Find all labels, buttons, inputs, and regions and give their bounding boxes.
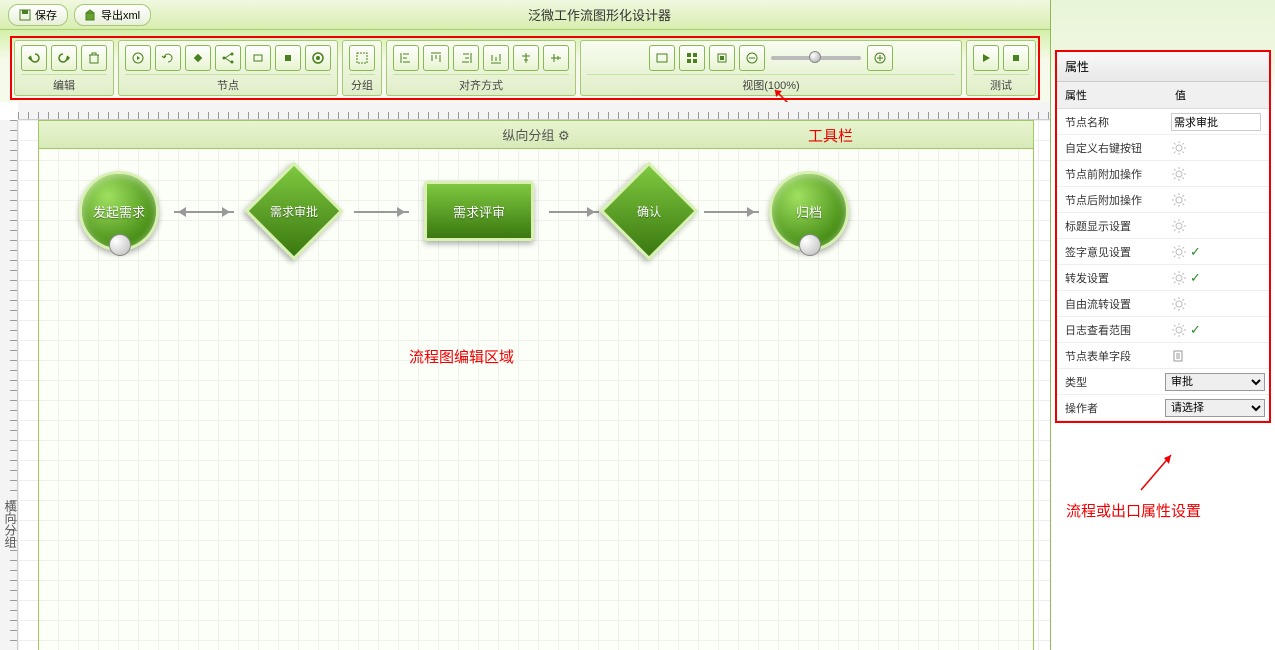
- gear-icon[interactable]: [1171, 140, 1187, 156]
- prop-form-field: 节点表单字段: [1057, 343, 1269, 369]
- node-start[interactable]: 发起需求: [79, 171, 159, 251]
- app-title: 泛微工作流图形化设计器: [157, 5, 1042, 24]
- view-grid-button[interactable]: [679, 45, 705, 71]
- gear-icon[interactable]: [1171, 218, 1187, 234]
- end-node-button[interactable]: [305, 45, 331, 71]
- view-fit-button[interactable]: [649, 45, 675, 71]
- annotation-props: 流程或出口属性设置: [1066, 500, 1201, 521]
- ruler-horizontal: [18, 102, 1050, 120]
- zoom-out-button[interactable]: [739, 45, 765, 71]
- prop-title-display: 标题显示设置: [1057, 213, 1269, 239]
- ruler-vertical: 横向分组: [0, 120, 18, 650]
- vertical-group-frame[interactable]: 纵向分组 ⚙ 发起需求 需求审批 需求评审 确认 归档 流程图编辑区域: [38, 120, 1034, 650]
- redo-button[interactable]: [51, 45, 77, 71]
- prop-post-op: 节点后附加操作: [1057, 187, 1269, 213]
- zoom-slider[interactable]: [771, 56, 861, 60]
- node-name-input[interactable]: [1171, 113, 1261, 131]
- align-right-button[interactable]: [453, 45, 479, 71]
- toolbar-label-test: 测试: [973, 74, 1029, 93]
- prop-free-flow: 自由流转设置: [1057, 291, 1269, 317]
- gear-icon[interactable]: [1171, 270, 1187, 286]
- check-icon: ✓: [1190, 244, 1201, 260]
- canvas-area: 横向分组 纵向分组 ⚙ 发起需求 需求审批 需求评审 确认 归档 流程图编辑区域…: [0, 102, 1050, 650]
- toolbar-label-group: 分组: [349, 74, 375, 93]
- gear-icon[interactable]: [1171, 322, 1187, 338]
- align-center-h-button[interactable]: [513, 45, 539, 71]
- gear-icon[interactable]: [1171, 166, 1187, 182]
- prop-forward: 转发设置 ✓: [1057, 265, 1269, 291]
- toolbar-label-edit: 编辑: [21, 74, 107, 93]
- node-approve[interactable]: 需求审批: [249, 166, 339, 256]
- save-label: 保存: [35, 7, 57, 23]
- check-icon: ✓: [1190, 322, 1201, 338]
- gear-icon[interactable]: [1171, 192, 1187, 208]
- annotation-arrow-props: [1131, 450, 1181, 500]
- check-icon: ✓: [1190, 270, 1201, 286]
- node-archive[interactable]: 归档: [769, 171, 849, 251]
- prop-node-name: 节点名称: [1057, 109, 1269, 135]
- canvas[interactable]: 纵向分组 ⚙ 发起需求 需求审批 需求评审 确认 归档 流程图编辑区域 工具栏: [18, 120, 1050, 650]
- toolbar-label-align: 对齐方式: [393, 74, 569, 93]
- toolbar-group-test: 测试: [966, 40, 1036, 96]
- export-label: 导出xml: [101, 7, 140, 23]
- topbar: 保存 导出xml 泛微工作流图形化设计器: [0, 0, 1050, 30]
- arrow-1[interactable]: [174, 211, 234, 213]
- node-review[interactable]: 需求评审: [424, 181, 534, 241]
- zoom-in-button[interactable]: [867, 45, 893, 71]
- properties-panel: 属性 属性 值 节点名称 自定义右键按钮 节点前附加操作 节点后附加操作: [1055, 50, 1271, 423]
- toolbar-group-group: 分组: [342, 40, 382, 96]
- align-bottom-button[interactable]: [483, 45, 509, 71]
- stop-button[interactable]: [1003, 45, 1029, 71]
- undo-button[interactable]: [21, 45, 47, 71]
- align-center-v-button[interactable]: [543, 45, 569, 71]
- toolbar: 编辑 节点: [0, 30, 1050, 102]
- gear-icon[interactable]: [1171, 244, 1187, 260]
- toolbar-group-edit: 编辑: [14, 40, 114, 96]
- vertical-group-title: 纵向分组 ⚙: [39, 121, 1033, 149]
- view-actual-button[interactable]: [709, 45, 735, 71]
- document-icon[interactable]: [1171, 349, 1185, 363]
- arrow-3[interactable]: [549, 211, 599, 213]
- prop-pre-op: 节点前附加操作: [1057, 161, 1269, 187]
- export-xml-button[interactable]: 导出xml: [74, 4, 151, 26]
- prop-custom-menu: 自定义右键按钮: [1057, 135, 1269, 161]
- toolbar-group-align: 对齐方式: [386, 40, 576, 96]
- prop-operator: 操作者 请选择: [1057, 395, 1269, 421]
- toolbar-label-node: 节点: [125, 74, 331, 93]
- square-node-button[interactable]: [275, 45, 301, 71]
- prop-log-scope: 日志查看范围 ✓: [1057, 317, 1269, 343]
- arrow-4[interactable]: [704, 211, 759, 213]
- properties-columns: 属性 值: [1057, 82, 1269, 109]
- node-confirm[interactable]: 确认: [604, 166, 694, 256]
- annotation-toolbar: 工具栏: [808, 125, 853, 146]
- operator-select[interactable]: 请选择: [1165, 399, 1265, 417]
- annotation-edit-area: 流程图编辑区域: [409, 346, 514, 367]
- group-button[interactable]: [349, 45, 375, 71]
- refresh-node-button[interactable]: [155, 45, 181, 71]
- start-node-button[interactable]: [125, 45, 151, 71]
- horizontal-group-label: 横向分组: [2, 500, 19, 548]
- properties-sidebar: 属性 属性 值 节点名称 自定义右键按钮 节点前附加操作 节点后附加操作: [1050, 0, 1275, 650]
- save-button[interactable]: 保存: [8, 4, 68, 26]
- rect-node-button[interactable]: [245, 45, 271, 71]
- run-button[interactable]: [973, 45, 999, 71]
- branch-node-button[interactable]: [215, 45, 241, 71]
- arrow-2[interactable]: [354, 211, 409, 213]
- properties-header: 属性: [1057, 52, 1269, 82]
- type-select[interactable]: 审批: [1165, 373, 1265, 391]
- diamond-node-button[interactable]: [185, 45, 211, 71]
- prop-sign-opinion: 签字意见设置 ✓: [1057, 239, 1269, 265]
- toolbar-group-node: 节点: [118, 40, 338, 96]
- prop-type: 类型 审批: [1057, 369, 1269, 395]
- delete-button[interactable]: [81, 45, 107, 71]
- align-left-button[interactable]: [393, 45, 419, 71]
- align-top-button[interactable]: [423, 45, 449, 71]
- gear-icon[interactable]: [1171, 296, 1187, 312]
